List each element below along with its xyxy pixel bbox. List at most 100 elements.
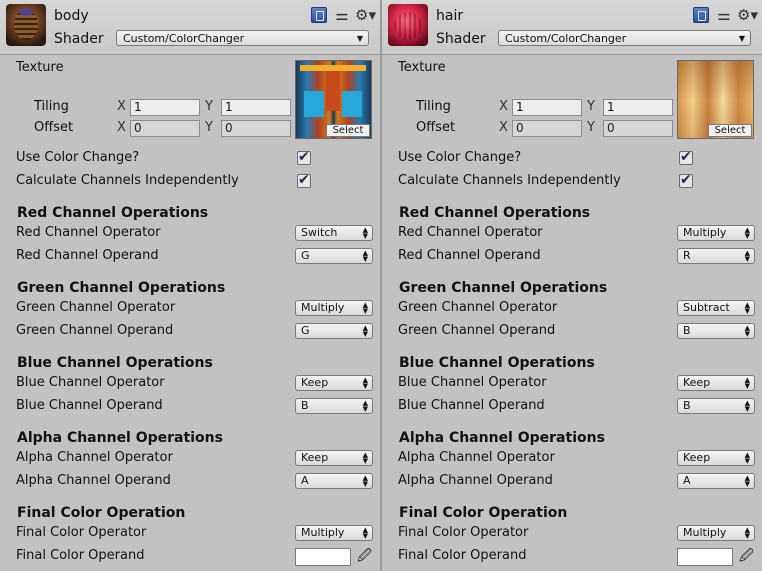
gear-icon[interactable]: ⚙▾ (355, 7, 376, 23)
green-operand-value: G (301, 324, 310, 337)
material-name: body (54, 8, 89, 24)
updown-icon: ▲ ▼ (362, 474, 368, 488)
red-operator-popup[interactable]: Multiply ▲ ▼ (677, 225, 755, 241)
blue-section-title: Blue Channel Operations (399, 355, 595, 371)
updown-icon: ▲ ▼ (362, 399, 368, 413)
updown-icon: ▲ ▼ (362, 249, 368, 263)
shader-value: Custom/ColorChanger (123, 32, 245, 45)
use-color-change-label: Use Color Change? (16, 150, 140, 165)
red-operator-popup[interactable]: Switch ▲ ▼ (295, 225, 373, 241)
alpha-operator-popup[interactable]: Keep ▲ ▼ (295, 450, 373, 466)
green-section-title: Green Channel Operations (17, 280, 226, 296)
tiling-x-field[interactable]: 1 (130, 99, 200, 116)
updown-icon: ▲ ▼ (362, 301, 368, 315)
final-color-swatch[interactable] (677, 548, 733, 566)
final-operator-popup[interactable]: Multiply ▲ ▼ (677, 525, 755, 541)
tiling-y-field[interactable]: 1 (221, 99, 291, 116)
shader-value: Custom/ColorChanger (505, 32, 627, 45)
offset-x-field[interactable]: 0 (130, 120, 200, 137)
red-operand-value: R (683, 249, 691, 262)
blue-operand-popup[interactable]: B ▲ ▼ (677, 398, 755, 414)
green-operator-label: Green Channel Operator (398, 300, 558, 315)
texture-select-button[interactable]: Select (708, 124, 752, 137)
offset-y-field[interactable]: 0 (221, 120, 291, 137)
green-operand-label: Green Channel Operand (398, 323, 556, 338)
material-preview-icon (6, 4, 46, 46)
texture-thumbnail[interactable]: Select (677, 60, 754, 139)
offset-y-field[interactable]: 0 (603, 120, 673, 137)
calc-independent-checkbox[interactable] (679, 172, 693, 188)
material-preview-icon (388, 4, 428, 46)
use-color-change-checkbox[interactable] (297, 149, 311, 165)
blue-section-title: Blue Channel Operations (17, 355, 213, 371)
red-operand-popup[interactable]: G ▲ ▼ (295, 248, 373, 264)
blue-operator-label: Blue Channel Operator (398, 375, 547, 390)
alpha-operator-popup[interactable]: Keep ▲ ▼ (677, 450, 755, 466)
tiling-x-field[interactable]: 1 (512, 99, 582, 116)
blue-operator-popup[interactable]: Keep ▲ ▼ (295, 375, 373, 391)
offset-y-label: Y (205, 120, 213, 135)
updown-icon: ▲ ▼ (362, 451, 368, 465)
shader-dropdown[interactable]: Custom/ColorChanger ▼ (498, 30, 751, 46)
offset-y-label: Y (587, 120, 595, 135)
use-color-change-checkbox[interactable] (679, 149, 693, 165)
green-operator-value: Multiply (301, 301, 345, 314)
material-inspector-body: body Shader Custom/ColorChanger ▼ ⚌ ⚙▾ T… (0, 0, 380, 571)
red-operand-popup[interactable]: R ▲ ▼ (677, 248, 755, 264)
shader-label: Shader (54, 31, 104, 47)
green-operator-label: Green Channel Operator (16, 300, 176, 315)
updown-icon: ▲ ▼ (744, 451, 750, 465)
alpha-operator-value: Keep (301, 451, 329, 464)
updown-icon: ▲ ▼ (744, 226, 750, 240)
material-name: hair (436, 8, 464, 24)
alpha-operator-label: Alpha Channel Operator (16, 450, 173, 465)
red-section-title: Red Channel Operations (17, 205, 209, 221)
help-book-icon[interactable] (693, 7, 709, 23)
alpha-section-title: Alpha Channel Operations (399, 430, 605, 446)
blue-operand-popup[interactable]: B ▲ ▼ (295, 398, 373, 414)
green-operand-value: B (683, 324, 691, 337)
blue-operand-value: B (683, 399, 691, 412)
offset-x-field[interactable]: 0 (512, 120, 582, 137)
green-operand-popup[interactable]: G ▲ ▼ (295, 323, 373, 339)
green-operand-popup[interactable]: B ▲ ▼ (677, 323, 755, 339)
alpha-operator-label: Alpha Channel Operator (398, 450, 555, 465)
tiling-y-label: Y (587, 99, 595, 114)
final-operand-label: Final Color Operand (16, 548, 145, 563)
green-operator-popup[interactable]: Multiply ▲ ▼ (295, 300, 373, 316)
final-section-title: Final Color Operation (399, 505, 568, 521)
red-operator-label: Red Channel Operator (16, 225, 161, 240)
eyedropper-icon[interactable]: 🖉 (739, 548, 755, 564)
blue-operator-popup[interactable]: Keep ▲ ▼ (677, 375, 755, 391)
alpha-operand-popup[interactable]: A ▲ ▼ (677, 473, 755, 489)
offset-label: Offset (416, 120, 456, 135)
green-operator-popup[interactable]: Subtract ▲ ▼ (677, 300, 755, 316)
sliders-icon[interactable]: ⚌ (716, 7, 732, 23)
texture-select-button[interactable]: Select (326, 124, 370, 137)
alpha-section-title: Alpha Channel Operations (17, 430, 223, 446)
shader-dropdown[interactable]: Custom/ColorChanger ▼ (116, 30, 369, 46)
final-operator-label: Final Color Operator (16, 525, 147, 540)
final-color-swatch[interactable] (295, 548, 351, 566)
gear-icon[interactable]: ⚙▾ (737, 7, 758, 23)
material-header: hair Shader Custom/ColorChanger ▼ ⚌ ⚙▾ (382, 0, 762, 55)
sliders-icon[interactable]: ⚌ (334, 7, 350, 23)
red-section-title: Red Channel Operations (399, 205, 591, 221)
material-header: body Shader Custom/ColorChanger ▼ ⚌ ⚙▾ (0, 0, 380, 55)
calc-independent-label: Calculate Channels Independently (398, 173, 621, 188)
offset-x-label: X (117, 120, 126, 135)
alpha-operand-popup[interactable]: A ▲ ▼ (295, 473, 373, 489)
alpha-operand-value: A (301, 474, 309, 487)
texture-thumbnail[interactable]: Select (295, 60, 372, 139)
chevron-down-icon: ▼ (738, 34, 745, 43)
updown-icon: ▲ ▼ (744, 399, 750, 413)
updown-icon: ▲ ▼ (362, 324, 368, 338)
eyedropper-icon[interactable]: 🖉 (357, 548, 373, 564)
final-operator-popup[interactable]: Multiply ▲ ▼ (295, 525, 373, 541)
green-section-title: Green Channel Operations (399, 280, 608, 296)
updown-icon: ▲ ▼ (744, 376, 750, 390)
calc-independent-checkbox[interactable] (297, 172, 311, 188)
tiling-y-field[interactable]: 1 (603, 99, 673, 116)
red-operator-label: Red Channel Operator (398, 225, 543, 240)
help-book-icon[interactable] (311, 7, 327, 23)
